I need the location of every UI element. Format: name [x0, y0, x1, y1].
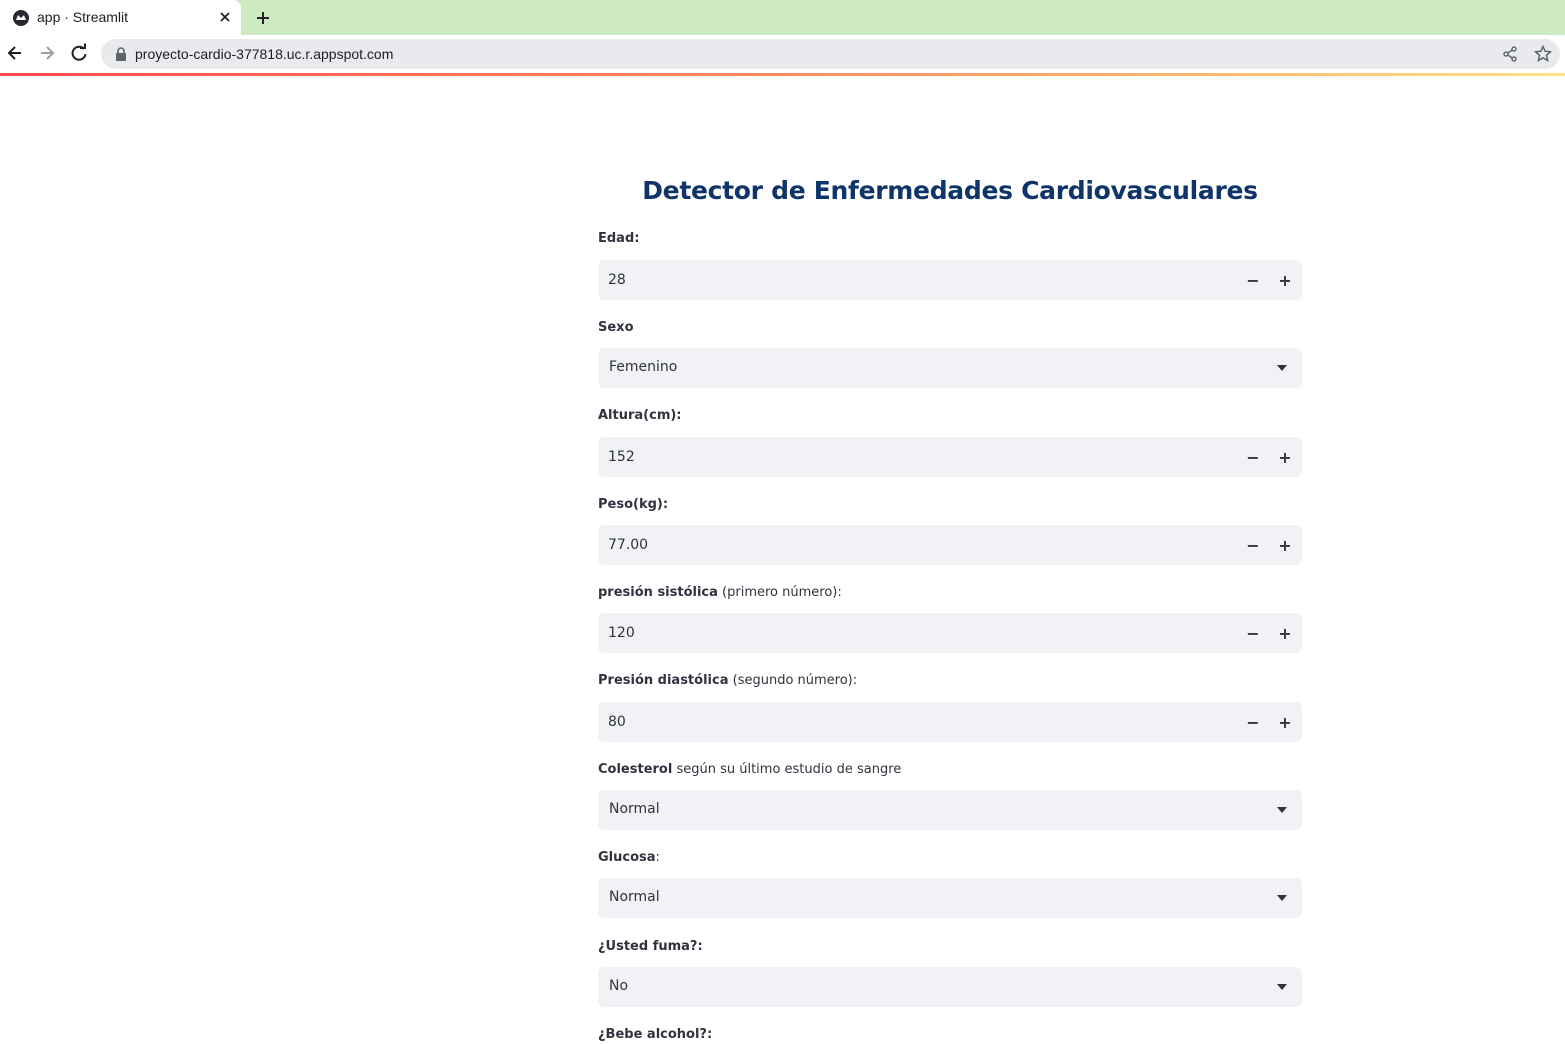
colesterol-select[interactable]: Normal: [598, 790, 1302, 830]
sistolica-increment-button[interactable]: +: [1269, 614, 1301, 652]
fuma-selected-value: No: [609, 978, 629, 994]
glucosa-select[interactable]: Normal: [598, 878, 1302, 918]
diastolica-increment-button[interactable]: +: [1269, 703, 1301, 741]
streamlit-favicon-icon: [13, 10, 29, 26]
diastolica-decrement-button[interactable]: −: [1237, 703, 1269, 741]
sistolica-decrement-button[interactable]: −: [1237, 614, 1269, 652]
browser-tab[interactable]: app · Streamlit: [0, 0, 241, 35]
chevron-down-icon[interactable]: [1277, 984, 1287, 990]
page-title: Detector de Enfermedades Cardiovasculare…: [642, 176, 1258, 205]
altura-decrement-button[interactable]: −: [1237, 438, 1269, 476]
tab-title: app · Streamlit: [37, 9, 129, 25]
glucosa-selected-value: Normal: [609, 889, 660, 905]
edad-label: Edad:: [598, 231, 640, 246]
peso-label: Peso(kg):: [598, 497, 669, 512]
forward-arrow-icon[interactable]: [37, 43, 57, 63]
streamlit-top-decoration: [0, 73, 1565, 76]
peso-increment-button[interactable]: +: [1269, 526, 1301, 564]
altura-label: Altura(cm):: [598, 408, 682, 423]
sexo-selected-value: Femenino: [609, 359, 678, 375]
colesterol-selected-value: Normal: [609, 801, 660, 817]
fuma-select[interactable]: No: [598, 967, 1302, 1007]
diastolica-number-input[interactable]: 80 − +: [598, 702, 1302, 742]
lock-icon[interactable]: [115, 47, 127, 61]
peso-decrement-button[interactable]: −: [1237, 526, 1269, 564]
sexo-label: Sexo: [598, 320, 634, 335]
bookmark-star-icon[interactable]: [1534, 45, 1552, 63]
chevron-down-icon[interactable]: [1277, 365, 1287, 371]
altura-increment-button[interactable]: +: [1269, 438, 1301, 476]
edad-value[interactable]: 28: [608, 272, 626, 288]
glucosa-label: Glucosa:: [598, 850, 660, 865]
sistolica-label: presión sistólica (primero número):: [598, 585, 842, 600]
url-text: proyecto-cardio-377818.uc.r.appspot.com: [135, 46, 394, 62]
sistolica-number-input[interactable]: 120 − +: [598, 613, 1302, 653]
altura-number-input[interactable]: 152 − +: [598, 437, 1302, 477]
chevron-down-icon[interactable]: [1277, 895, 1287, 901]
sexo-select[interactable]: Femenino: [598, 348, 1302, 388]
close-tab-icon[interactable]: [217, 9, 233, 25]
diastolica-value[interactable]: 80: [608, 714, 626, 730]
sistolica-value[interactable]: 120: [608, 625, 635, 641]
edad-number-input[interactable]: 28 − +: [598, 260, 1302, 300]
fuma-label: ¿Usted fuma?:: [598, 939, 703, 954]
edad-decrement-button[interactable]: −: [1237, 261, 1269, 299]
browser-tab-bar: app · Streamlit: [0, 0, 1565, 35]
colesterol-label: Colesterol según su último estudio de sa…: [598, 762, 902, 777]
altura-value[interactable]: 152: [608, 449, 635, 465]
chevron-down-icon[interactable]: [1277, 807, 1287, 813]
peso-value[interactable]: 77.00: [608, 537, 648, 553]
edad-increment-button[interactable]: +: [1269, 261, 1301, 299]
reload-icon[interactable]: [69, 43, 89, 63]
peso-number-input[interactable]: 77.00 − +: [598, 525, 1302, 565]
alcohol-label: ¿Bebe alcohol?:: [598, 1027, 713, 1042]
new-tab-icon[interactable]: [254, 9, 272, 27]
diastolica-label: Presión diastólica (segundo número):: [598, 673, 858, 688]
address-bar[interactable]: proyecto-cardio-377818.uc.r.appspot.com: [101, 39, 1560, 69]
browser-toolbar: proyecto-cardio-377818.uc.r.appspot.com: [0, 35, 1565, 73]
back-arrow-icon[interactable]: [5, 43, 25, 63]
share-icon[interactable]: [1502, 46, 1518, 62]
